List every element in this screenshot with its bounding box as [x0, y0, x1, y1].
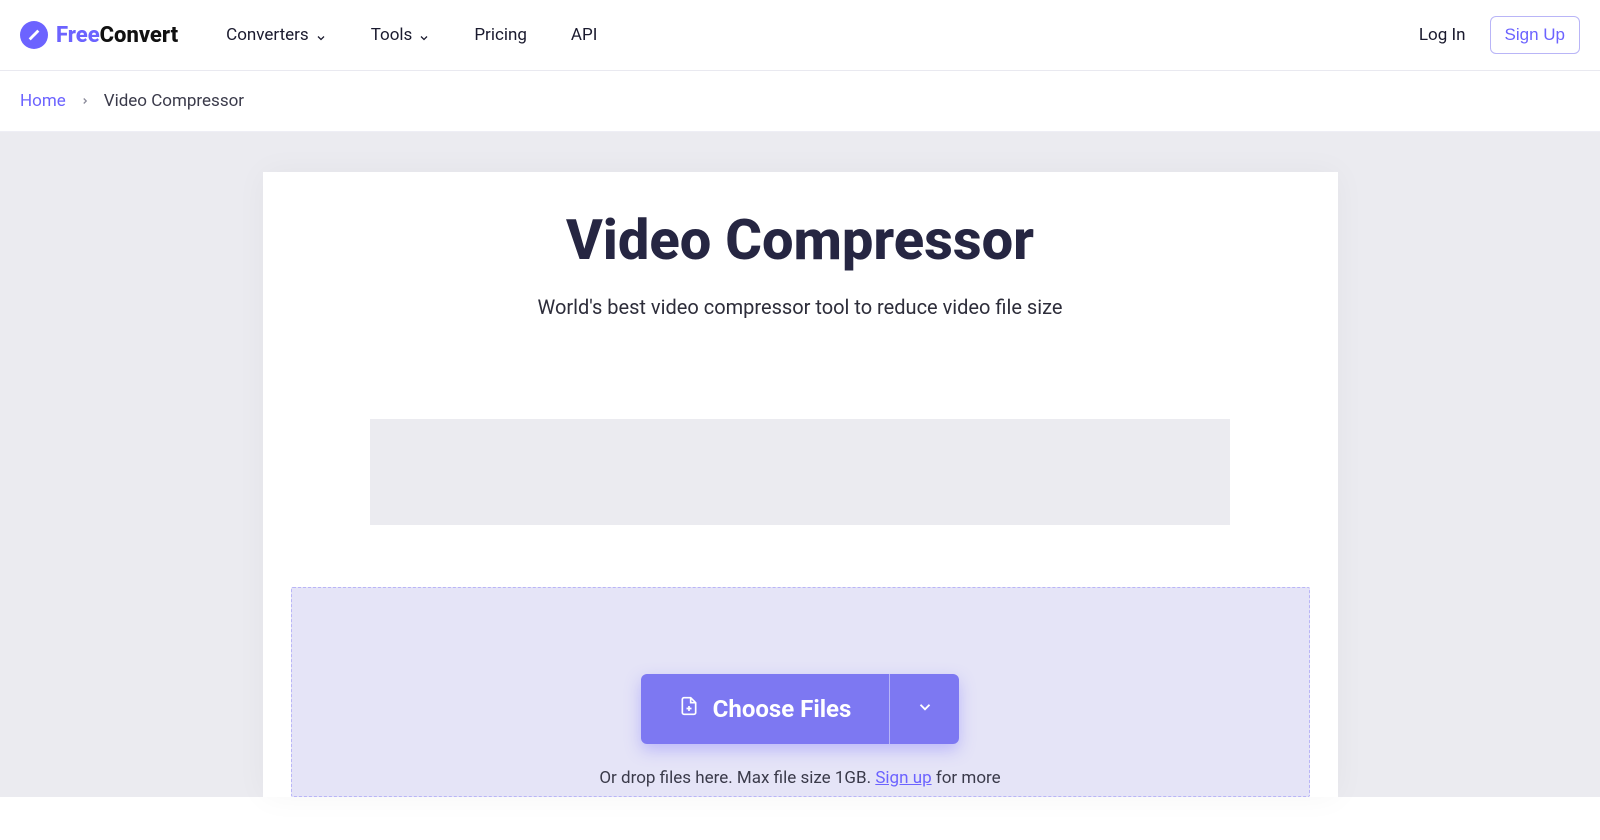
main-nav: Converters Tools Pricing API — [226, 25, 597, 45]
site-header: FreeConvert Converters Tools Pricing API — [0, 0, 1600, 71]
logo-text-free: Free — [56, 23, 100, 48]
nav-pricing[interactable]: Pricing — [474, 25, 527, 45]
chevron-right-icon — [80, 91, 90, 111]
nav-pricing-label: Pricing — [474, 25, 527, 45]
content-card: Video Compressor World's best video comp… — [263, 172, 1338, 797]
dropzone[interactable]: Choose Files Or drop files here. Max fil… — [291, 587, 1310, 797]
signup-button[interactable]: Sign Up — [1490, 16, 1580, 54]
drop-hint-prefix: Or drop files here. Max file size 1GB. — [599, 768, 875, 788]
login-link[interactable]: Log In — [1419, 25, 1466, 45]
breadcrumb: Home Video Compressor — [0, 71, 1600, 132]
chevron-down-icon — [315, 29, 327, 41]
choose-files-label: Choose Files — [713, 695, 852, 723]
drop-hint-signup-link[interactable]: Sign up — [875, 768, 931, 788]
nav-tools-label: Tools — [371, 25, 413, 45]
nav-api-label: API — [571, 25, 597, 45]
page-background: Video Compressor World's best video comp… — [0, 132, 1600, 797]
logo[interactable]: FreeConvert — [20, 21, 178, 49]
logo-icon — [20, 21, 48, 49]
page-subtitle: World's best video compressor tool to re… — [263, 295, 1338, 319]
nav-tools[interactable]: Tools — [371, 25, 431, 45]
logo-text-convert: Convert — [100, 23, 178, 48]
breadcrumb-current: Video Compressor — [104, 91, 244, 111]
chevron-down-icon — [916, 698, 934, 720]
choose-files-dropdown[interactable] — [889, 674, 959, 744]
nav-converters[interactable]: Converters — [226, 25, 327, 45]
choose-files-button[interactable]: Choose Files — [641, 674, 890, 744]
nav-converters-label: Converters — [226, 25, 309, 45]
drop-hint: Or drop files here. Max file size 1GB. S… — [599, 768, 1000, 796]
drop-hint-suffix: for more — [932, 768, 1001, 788]
ad-placeholder — [370, 419, 1230, 525]
page-title: Video Compressor — [263, 207, 1338, 273]
chevron-down-icon — [418, 29, 430, 41]
breadcrumb-home[interactable]: Home — [20, 91, 66, 111]
file-add-icon — [679, 694, 699, 724]
nav-api[interactable]: API — [571, 25, 597, 45]
choose-files-group: Choose Files — [641, 674, 960, 744]
